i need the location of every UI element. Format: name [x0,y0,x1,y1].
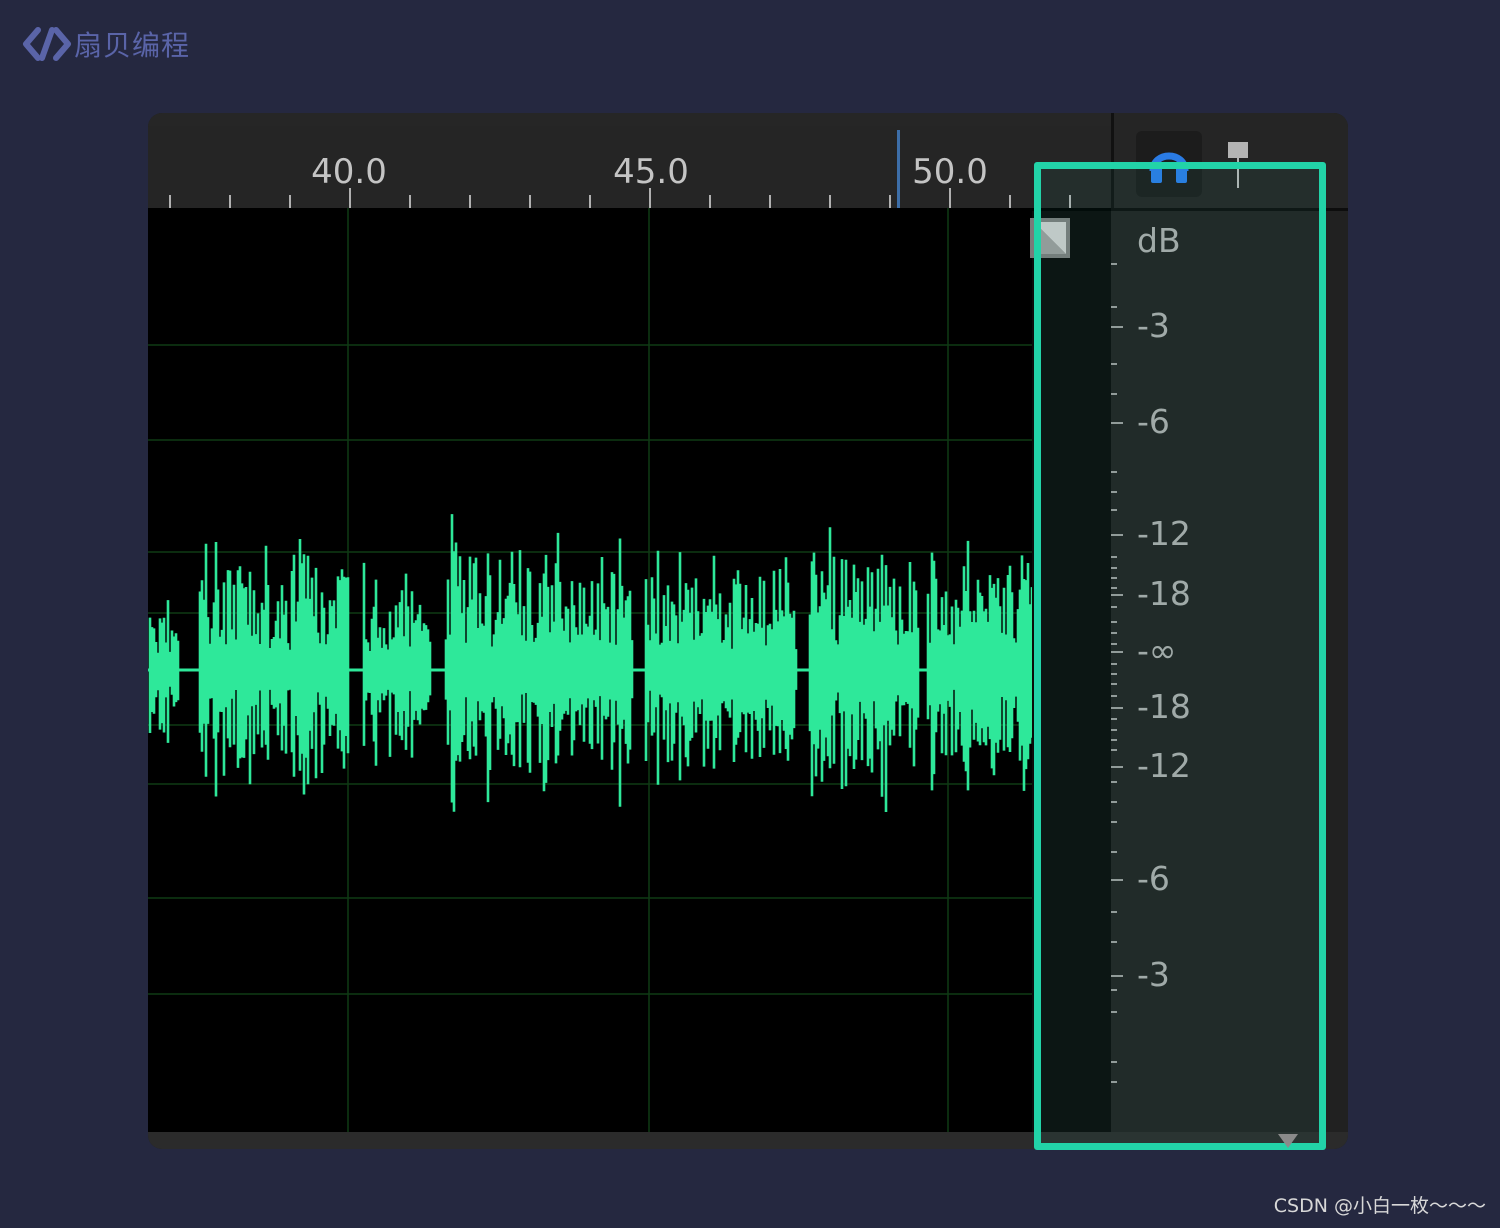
scroll-handle-icon[interactable] [1278,1134,1298,1148]
meter-highlight-box [1034,162,1326,1150]
ruler-tick [349,188,351,208]
ruler-tick [229,195,231,208]
ruler-tick [169,195,171,208]
waveform-canvas [148,208,1111,1132]
ruler-tick [289,195,291,208]
code-brackets-icon [23,27,71,61]
ruler-tick [709,195,711,208]
ruler-tick [949,188,951,208]
ruler-tick [649,188,651,208]
ruler-tick [1009,195,1011,208]
ruler-label-50: 50.0 [912,152,988,192]
ruler-tick [889,195,891,208]
ruler-tick [829,195,831,208]
brand-logo: 扇贝编程 [22,24,190,64]
ruler-tick [469,195,471,208]
playhead[interactable] [897,130,900,208]
ruler-tick [409,195,411,208]
time-ruler[interactable]: 40.0 45.0 50.0 [148,126,1111,208]
ruler-tick [769,195,771,208]
waveform-path [148,514,1108,812]
waveform-display[interactable] [148,208,1111,1132]
brand-name: 扇贝编程 [74,29,191,62]
ruler-label-45: 45.0 [613,152,689,192]
ruler-tick [529,195,531,208]
ruler-label-40: 40.0 [311,152,387,192]
watermark: CSDN @小白一枚～～～ [1273,1195,1486,1217]
ruler-tick [589,195,591,208]
